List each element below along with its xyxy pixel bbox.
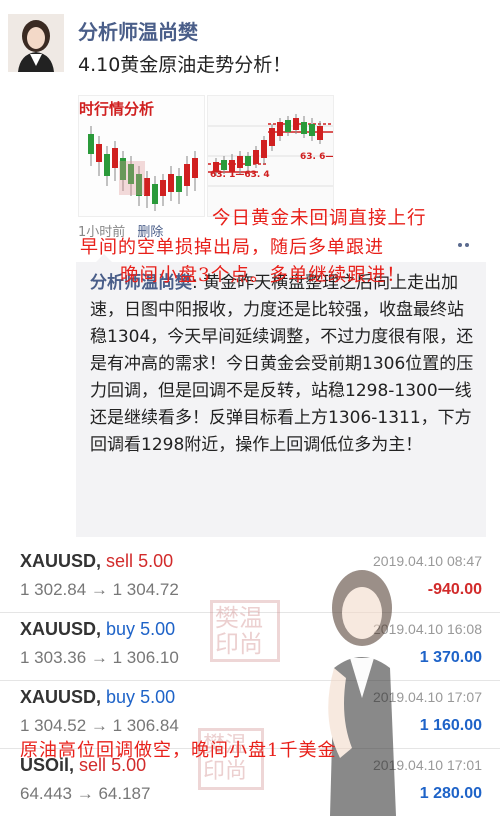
chart-image-title: 时行情分析 <box>79 100 155 118</box>
trade-prices: 1 302.84 → 1 304.72 <box>20 580 179 599</box>
post-image-chart-2[interactable]: 63. 1—63. 4 63. 6—63. <box>207 95 334 217</box>
trade-symbol: XAUUSD <box>20 551 97 571</box>
trade-symbol-line: XAUUSD, sell 5.00 <box>20 551 174 571</box>
trade-direction: buy <box>106 619 136 639</box>
avatar[interactable] <box>8 14 64 72</box>
post-author[interactable]: 分析师温尚樊 <box>78 16 198 45</box>
trade-prices: 1 304.52 → 1 306.84 <box>20 716 179 735</box>
overlay-line-2: 早间的空单损掉出局，随后多单跟进 <box>80 237 384 258</box>
more-options-icon[interactable] <box>458 232 478 247</box>
comment-body: : 黄金昨天横盘整理之后向上走出加速，日图中阳报收，力度还是比较强，收盘最终站稳… <box>90 273 474 455</box>
overlay-line-3: 晚间小盘3个点。多单继续跟进！ <box>120 265 406 286</box>
comment-text: 分析师温尚樊: 黄金昨天横盘整理之后向上走出加速，日图中阳报收，力度还是比较强，… <box>90 270 480 459</box>
trade-lots: 5.00 <box>138 551 174 571</box>
trade-prices: 1 303.36 → 1 306.10 <box>20 648 179 667</box>
trade-direction: buy <box>106 687 136 707</box>
trade-symbol-line: XAUUSD, buy 5.00 <box>20 619 176 639</box>
trade-profit: 1 370.00 <box>419 649 482 666</box>
watermark-portrait <box>300 558 418 816</box>
trade-symbol: XAUUSD <box>20 687 97 707</box>
chart-label-a: 63. 1—63. 4 <box>210 170 270 180</box>
comment-box: 分析师温尚樊: 黄金昨天横盘整理之后向上走出加速，日图中阳报收，力度还是比较强，… <box>76 262 486 537</box>
chart-label-b: 63. 6—63. <box>300 152 334 162</box>
post-image-chart-1[interactable]: 时行情分析 <box>78 95 205 217</box>
trade-prices: 64.443 → 64.187 <box>20 784 151 803</box>
trade-lots: 5.00 <box>140 619 176 639</box>
post-text: 4.10黄金原油走势分析！ <box>78 54 292 76</box>
overlay-line-1: 今日黄金未回调直接上行 <box>212 208 427 229</box>
trade-lots: 5.00 <box>140 687 176 707</box>
trade-symbol: XAUUSD <box>20 619 97 639</box>
watermark-stamp: 樊温印尚 <box>210 600 280 662</box>
trade-symbol-line: XAUUSD, buy 5.00 <box>20 687 176 707</box>
overlay-line-4: 原油高位回调做空，晚间小盘1千美金 <box>20 740 337 761</box>
trade-profit: 1 160.00 <box>419 717 482 734</box>
trade-profit: -940.00 <box>427 581 482 598</box>
trade-direction: sell <box>106 551 134 571</box>
trade-profit: 1 280.00 <box>419 785 482 802</box>
